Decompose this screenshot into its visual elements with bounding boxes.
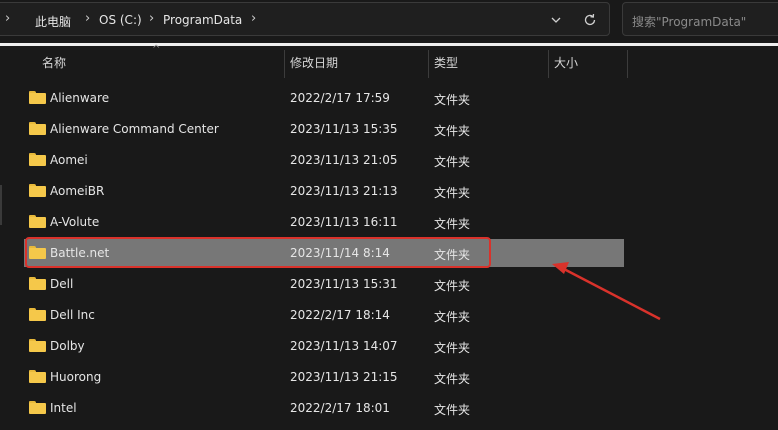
- annotation-arrow: [552, 262, 661, 321]
- arrow-line: [561, 266, 661, 321]
- arrow-head: [552, 262, 569, 274]
